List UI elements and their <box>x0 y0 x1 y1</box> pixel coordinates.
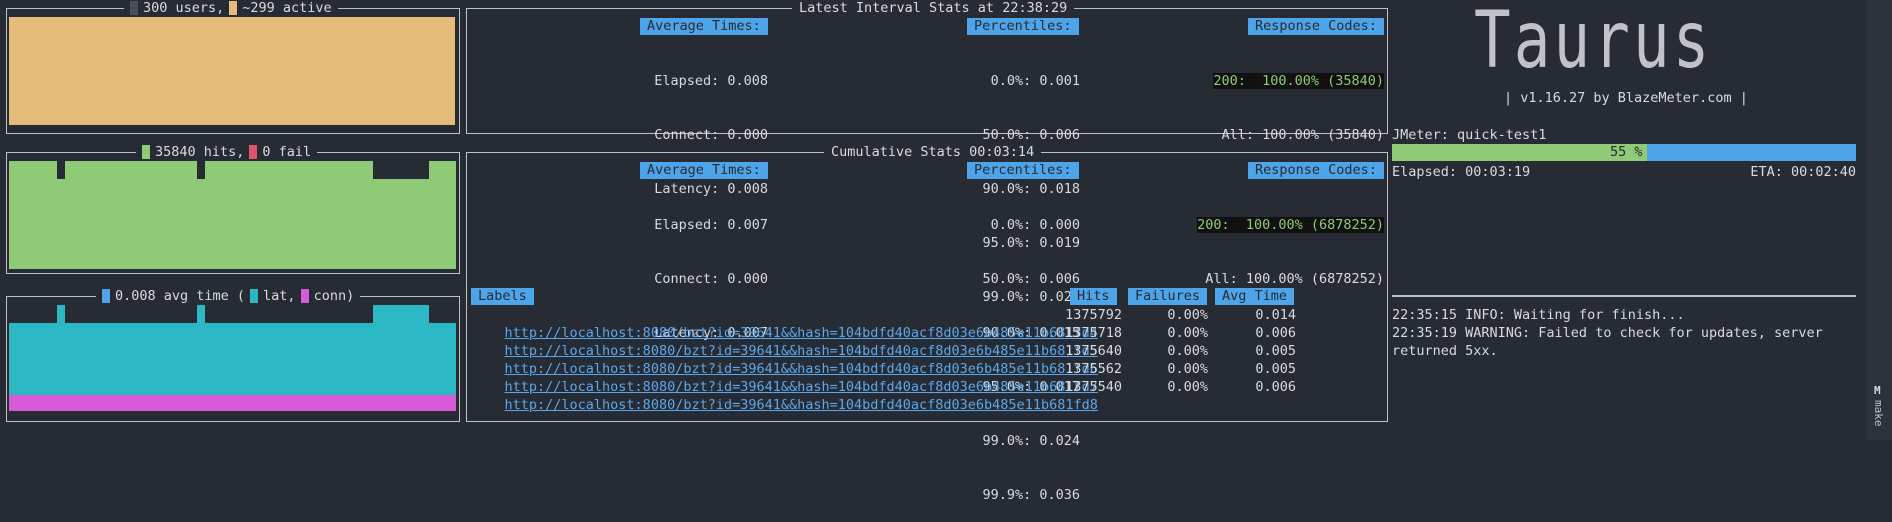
right-side-strip <box>1866 0 1892 440</box>
log-line: returned 5xx. <box>1392 343 1498 359</box>
active-label: ~299 active <box>242 0 332 16</box>
latest-pct-header: Percentiles: <box>967 18 1079 35</box>
row-hits: 1375718 <box>1065 325 1122 341</box>
cum-pct-0: 0.0%: 0.000 <box>982 217 1080 233</box>
cum-elapsed: Elapsed: 0.007 <box>654 217 768 233</box>
progress-fill <box>1392 144 1648 161</box>
cum-rc-200: 200: 100.00% (6878252) <box>1197 217 1384 233</box>
hits-graph-panel <box>6 152 460 274</box>
latest-avg-header: Average Times: <box>640 18 768 35</box>
latest-stats-title: Latest Interval Stats at 22:38:29 <box>792 0 1075 16</box>
latest-rc-all: All: 100.00% (35840) <box>1221 127 1384 143</box>
cum-pct-50: 50.0%: 0.006 <box>982 271 1080 287</box>
times-legend: 0.008 avg time ( lat, conn) <box>96 288 361 304</box>
executor-label: JMeter: quick-test1 <box>1392 127 1547 143</box>
cum-pct-header: Percentiles: <box>967 162 1079 179</box>
elapsed-label: Elapsed: 00:03:19 <box>1392 164 1531 180</box>
latest-rc-rows: 200: 100.00% (35840) All: 100.00% (35840… <box>1150 36 1384 162</box>
label-url-link[interactable]: http://localhost:8080/bzt?id=39641&&hash… <box>505 397 1098 413</box>
row-hits: 1375562 <box>1065 361 1122 377</box>
cum-pct-999: 99.9%: 0.036 <box>982 487 1080 503</box>
conn-swatch <box>300 289 309 303</box>
cum-avg-header: Average Times: <box>640 162 768 179</box>
avg-time-label: 0.008 avg time ( <box>115 288 246 304</box>
log-line: 22:35:19 WARNING: Failed to check for up… <box>1392 325 1823 341</box>
cum-connect: Connect: 0.000 <box>654 271 768 287</box>
row-failures: 0.00% <box>1167 379 1208 395</box>
lat-label: lat, <box>263 288 296 304</box>
progress-bar: 55 % <box>1392 144 1856 161</box>
users-swatch <box>130 1 138 15</box>
fail-label: 0 fail <box>262 144 312 160</box>
row-failures: 0.00% <box>1167 307 1208 323</box>
row-avg: 0.014 <box>1255 307 1296 323</box>
row-avg: 0.006 <box>1255 325 1296 341</box>
avg-time-swatch <box>102 289 110 303</box>
hits-label: 35840 hits, <box>155 144 245 160</box>
avg-time-header: Avg Time <box>1215 288 1295 305</box>
log-line: 22:35:15 INFO: Waiting for finish... <box>1392 307 1685 323</box>
row-failures: 0.00% <box>1167 361 1208 377</box>
users-label: 300 users, <box>143 0 225 16</box>
row-failures: 0.00% <box>1167 325 1208 341</box>
row-failures: 0.00% <box>1167 343 1208 359</box>
row-avg: 0.005 <box>1255 343 1296 359</box>
log-area: 22:35:15 INFO: Waiting for finish... 22:… <box>1392 306 1823 360</box>
latest-pct-50: 50.0%: 0.006 <box>982 127 1080 143</box>
latest-rc-200: 200: 100.00% (35840) <box>1213 73 1384 89</box>
latest-rc-header: Response Codes: <box>1248 18 1384 35</box>
row-avg: 0.005 <box>1255 361 1296 377</box>
users-graph-panel <box>6 8 460 134</box>
lat-swatch <box>250 289 259 303</box>
hits-header: Hits <box>1070 288 1117 305</box>
labels-header: Labels <box>471 288 534 305</box>
table-row: http://localhost:8080/bzt?id=39641&&hash… <box>472 378 1098 432</box>
conn-label: conn) <box>313 288 355 304</box>
taurus-version: | v1.16.27 by BlazeMeter.com | <box>1504 90 1748 106</box>
row-avg: 0.006 <box>1255 379 1296 395</box>
make-label[interactable]: make <box>1872 400 1885 427</box>
log-divider <box>1392 295 1856 297</box>
latest-pct-0: 0.0%: 0.001 <box>982 73 1080 89</box>
cum-pct-99: 99.0%: 0.024 <box>982 433 1080 449</box>
latest-elapsed: Elapsed: 0.008 <box>654 73 768 89</box>
progress-label: 55 % <box>1610 144 1643 160</box>
make-icon[interactable]: M <box>1874 384 1881 397</box>
latest-connect: Connect: 0.000 <box>654 127 768 143</box>
cumulative-stats-title: Cumulative Stats 00:03:14 <box>824 144 1042 160</box>
users-legend: 300 users, ~299 active <box>124 0 338 16</box>
active-swatch <box>229 1 238 15</box>
cum-rc-all: All: 100.00% (6878252) <box>1205 271 1384 287</box>
row-hits: 1375792 <box>1065 307 1122 323</box>
cum-rc-header: Response Codes: <box>1248 162 1384 179</box>
hits-legend: 35840 hits, 0 fail <box>136 144 318 160</box>
row-hits: 1375640 <box>1065 343 1122 359</box>
failures-header: Failures <box>1128 288 1208 305</box>
active-users-area <box>9 17 455 125</box>
times-area-chart <box>9 305 456 411</box>
taurus-logo: Taurus <box>1474 0 1713 86</box>
row-hits: 1375540 <box>1065 379 1122 395</box>
hits-area-chart <box>9 161 456 269</box>
eta-label: ETA: 00:02:40 <box>1750 164 1856 180</box>
fail-swatch <box>249 145 258 159</box>
times-graph-panel <box>6 296 460 422</box>
hits-swatch <box>142 145 150 159</box>
